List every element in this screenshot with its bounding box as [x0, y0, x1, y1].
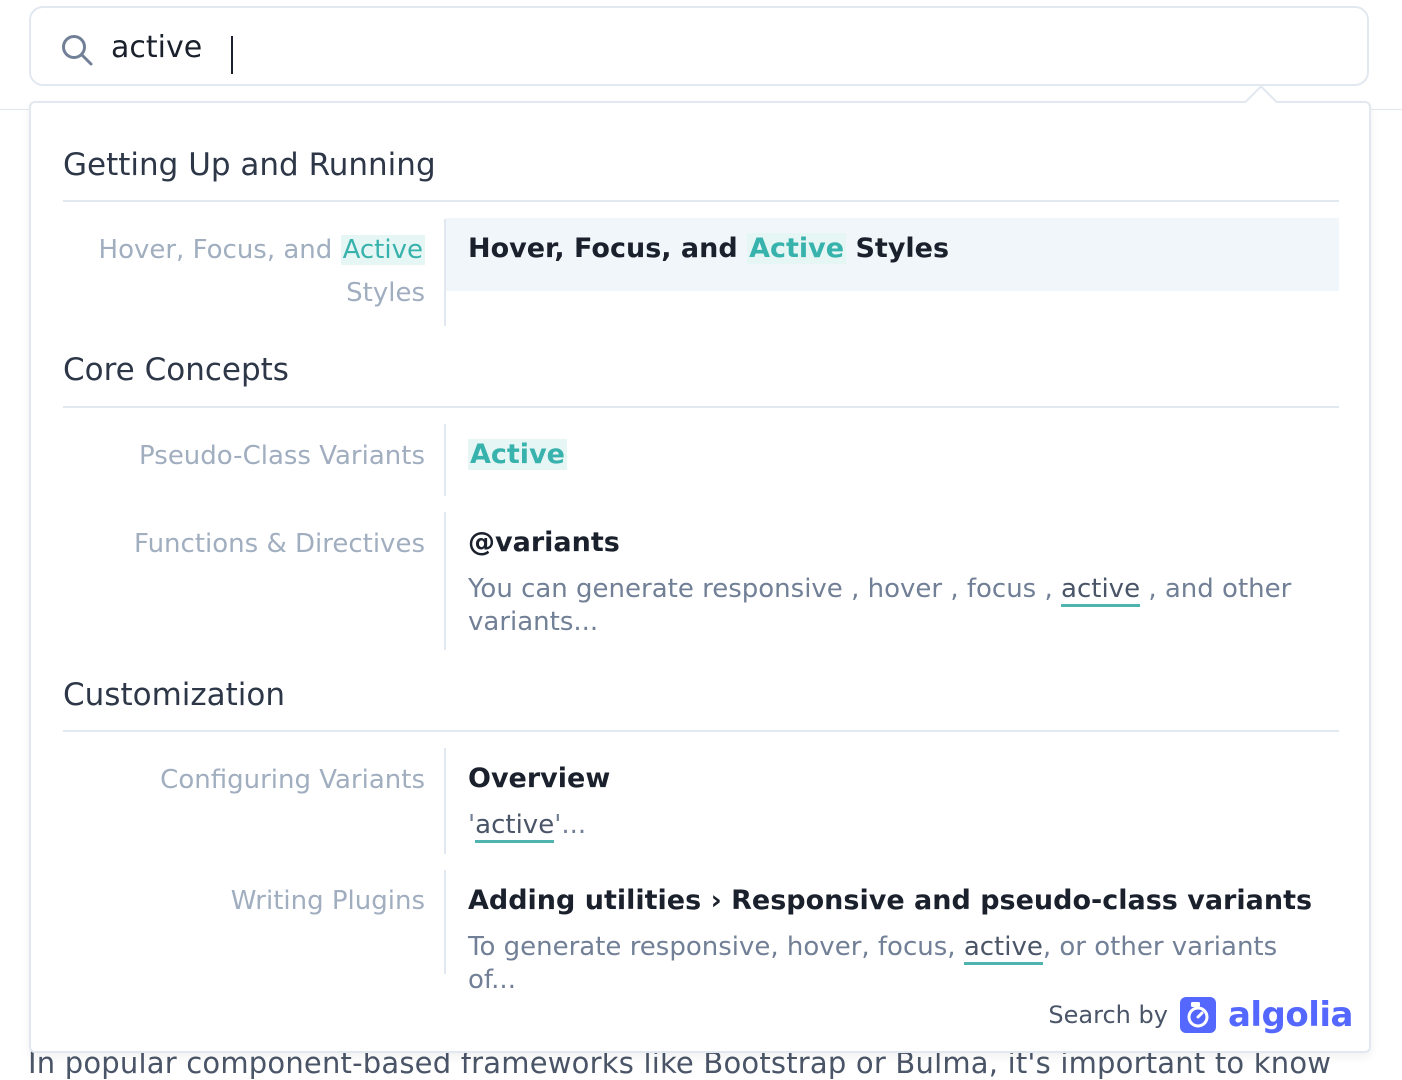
- result-category: Hover, Focus, and Active Styles: [98, 235, 425, 308]
- search-result-overview[interactable]: Overview 'active'...: [446, 748, 1339, 854]
- result-title: Adding utilities › Responsive and pseudo…: [468, 885, 1313, 916]
- section-title: Getting Up and Running: [63, 147, 436, 183]
- text-cursor: [231, 36, 233, 74]
- search-by-label: Search by: [1048, 1001, 1168, 1029]
- algolia-brand: algolia: [1227, 995, 1354, 1035]
- search-result-adding-utilities[interactable]: Adding utilities › Responsive and pseudo…: [446, 870, 1339, 995]
- result-title: Hover, Focus, and Active Styles: [468, 233, 950, 264]
- section-divider: [63, 200, 1339, 202]
- search-by-algolia-link[interactable]: Search by algolia: [1048, 995, 1353, 1035]
- result-snippet: To generate responsive, hover, focus, ac…: [468, 932, 1278, 995]
- section-divider: [63, 406, 1339, 408]
- highlight: Active: [340, 235, 425, 265]
- search-result-variants[interactable]: @variants You can generate responsive , …: [446, 512, 1339, 650]
- result-category: Functions & Directives: [134, 529, 425, 559]
- section-title: Customization: [63, 677, 286, 713]
- result-category: Pseudo-Class Variants: [139, 441, 425, 471]
- result-snippet: 'active'...: [468, 809, 1328, 843]
- highlight: active: [963, 932, 1043, 965]
- section-divider: [63, 730, 1339, 732]
- algolia-logo-icon: [1179, 997, 1216, 1033]
- search-bar[interactable]: [29, 6, 1369, 86]
- highlight: active: [1061, 574, 1141, 607]
- result-title: Overview: [468, 763, 611, 794]
- result-category: Configuring Variants: [160, 765, 425, 795]
- search-result-active[interactable]: Active: [446, 424, 1339, 496]
- result-title: @variants: [468, 527, 620, 558]
- highlight: active: [475, 810, 555, 843]
- section-title: Core Concepts: [63, 352, 289, 388]
- search-result-hover-focus-active[interactable]: Hover, Focus, and Active Styles: [446, 218, 1339, 291]
- dropdown-pointer: [1244, 85, 1278, 119]
- search-input[interactable]: [111, 22, 1311, 72]
- result-snippet: You can generate responsive , hover , fo…: [468, 574, 1292, 637]
- result-category: Writing Plugins: [230, 886, 425, 916]
- search-icon: [62, 35, 93, 66]
- highlight: Active: [468, 439, 567, 470]
- result-title: Active: [468, 439, 567, 470]
- highlight: Active: [747, 233, 847, 264]
- search-results-dropdown: Getting Up and Running Hover, Focus, and…: [29, 85, 1371, 1053]
